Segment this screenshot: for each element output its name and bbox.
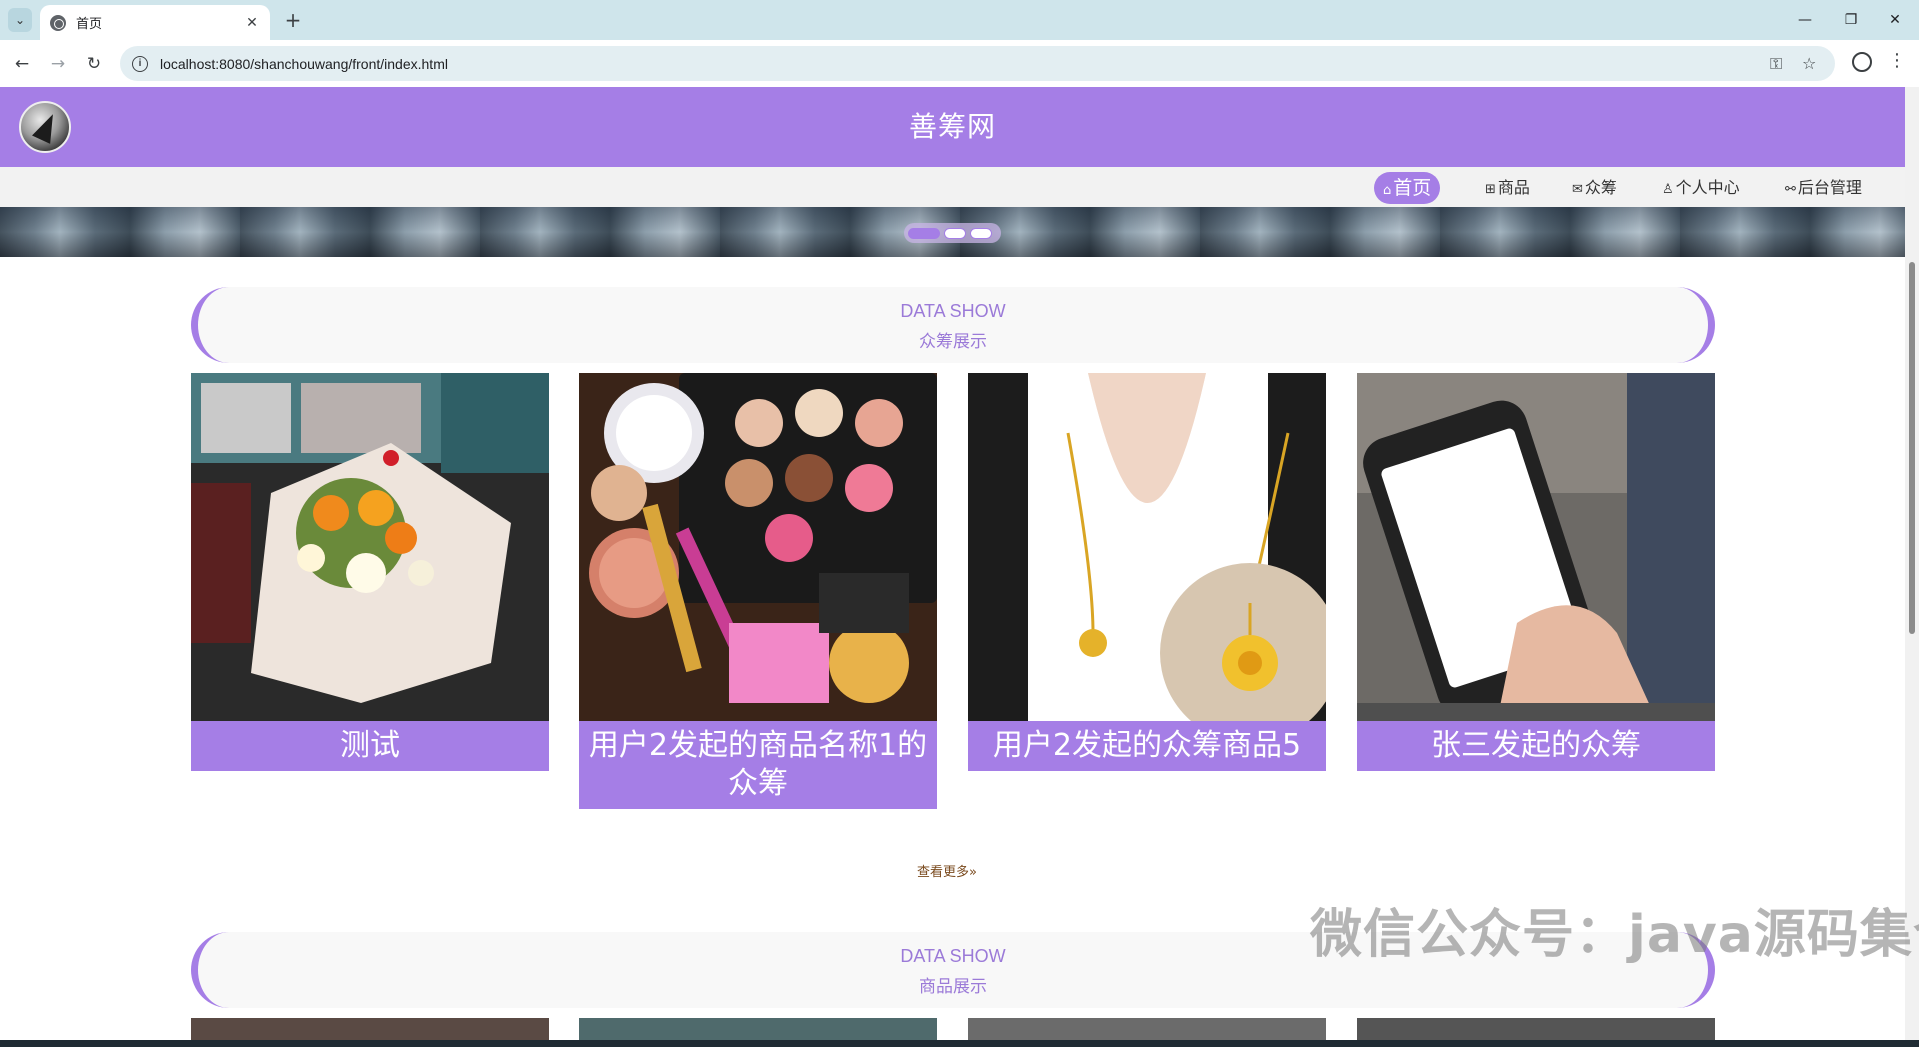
- menu-item-admin[interactable]: ⚯ 后台管理: [1776, 172, 1871, 204]
- site-header: 善筹网: [0, 87, 1905, 167]
- menu-item-label: 后台管理: [1797, 178, 1862, 197]
- browser-toolbar: ← → ↻ i localhost:8080/shanchouwang/fron…: [0, 40, 1919, 87]
- site-title: 善筹网: [908, 110, 996, 143]
- close-tab-icon[interactable]: ✕: [244, 15, 260, 31]
- password-key-icon[interactable]: ⚿: [1770, 54, 1782, 74]
- url-text[interactable]: localhost:8080/shanchouwang/front/index.…: [160, 56, 448, 72]
- gold-necklace-image[interactable]: [968, 373, 1326, 721]
- browser-tab[interactable]: 首页 ✕: [40, 5, 270, 40]
- menu-item-label: 众筹: [1584, 178, 1617, 197]
- gift-icon: ⊞: [1485, 182, 1496, 197]
- menu-item-label: 个人中心: [1675, 178, 1740, 197]
- section-heading-cn: 商品展示: [919, 977, 987, 997]
- user-icon: ♙: [1662, 182, 1674, 197]
- menu-item-home[interactable]: ⌂ 首页: [1374, 172, 1441, 204]
- card-title[interactable]: 用户2发起的众筹商品5: [968, 721, 1326, 771]
- globe-icon: [50, 14, 66, 31]
- forward-arrow-icon[interactable]: →: [46, 52, 70, 76]
- reload-icon[interactable]: ↻: [82, 52, 106, 76]
- carousel-dot[interactable]: [908, 227, 940, 239]
- browser-tab-bar: ⌄ 首页 ✕ + — ❐ ✕: [0, 0, 1919, 40]
- mail-icon: ✉: [1572, 182, 1583, 197]
- bookmark-star-icon[interactable]: ☆: [1802, 54, 1816, 73]
- profile-icon[interactable]: [1852, 52, 1872, 72]
- card-title[interactable]: 张三发起的众筹: [1357, 721, 1715, 771]
- flower-bouquet-image[interactable]: [191, 373, 549, 721]
- section-heading-en: DATA SHOW: [900, 301, 1006, 321]
- menu-item-personal-center[interactable]: ♙ 个人中心: [1653, 172, 1749, 204]
- close-window-button[interactable]: ✕: [1880, 8, 1910, 32]
- minimize-button[interactable]: —: [1790, 8, 1820, 32]
- crowdfunding-section-heading: DATA SHOW 众筹展示: [191, 287, 1715, 363]
- card-title[interactable]: 测试: [191, 721, 549, 771]
- restore-button[interactable]: ❐: [1836, 8, 1866, 32]
- carousel-dot[interactable]: [944, 227, 966, 239]
- banner-carousel[interactable]: [0, 207, 1905, 257]
- address-bar[interactable]: i localhost:8080/shanchouwang/front/inde…: [120, 46, 1835, 81]
- watermark-text: 微信公众号：java源码集合: [1310, 905, 1919, 965]
- back-arrow-icon[interactable]: ←: [10, 52, 34, 76]
- new-tab-button[interactable]: +: [282, 9, 304, 31]
- link-icon: ⚯: [1785, 182, 1796, 197]
- menu-item-label: 商品: [1497, 178, 1530, 197]
- tab-title: 首页: [76, 16, 103, 31]
- taskbar-edge: [0, 1040, 1919, 1047]
- smartphone-image[interactable]: [1357, 373, 1715, 721]
- carousel-dot[interactable]: [970, 227, 992, 239]
- card-title[interactable]: 用户2发起的商品名称1的众筹: [579, 721, 937, 809]
- menu-item-goods[interactable]: ⊞ 商品: [1476, 172, 1539, 204]
- browser-menu-icon[interactable]: ⋮: [1888, 50, 1906, 71]
- scrollbar-thumb[interactable]: [1909, 262, 1915, 634]
- site-info-icon[interactable]: i: [132, 55, 148, 72]
- section-heading-cn: 众筹展示: [919, 332, 987, 352]
- home-icon: ⌂: [1383, 183, 1392, 198]
- view-more-link[interactable]: 查看更多»: [917, 861, 977, 880]
- main-menu: ⌂ 首页 ⊞ 商品 ✉ 众筹 ♙ 个人中心 ⚯ 后台管理: [0, 167, 1905, 207]
- menu-item-crowdfunding[interactable]: ✉ 众筹: [1563, 172, 1626, 204]
- cosmetics-image[interactable]: [579, 373, 937, 721]
- tab-search-chevron-icon[interactable]: ⌄: [8, 8, 32, 32]
- carousel-indicators: [904, 223, 1001, 243]
- menu-item-label: 首页: [1393, 177, 1432, 199]
